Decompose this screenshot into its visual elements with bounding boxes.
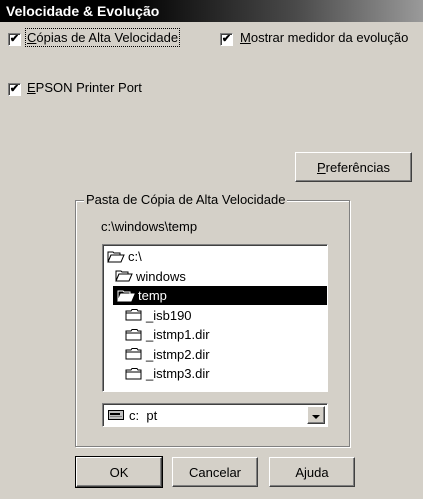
epson-port-checkbox[interactable]: ✔ <box>8 83 21 96</box>
open-folder-icon <box>107 250 125 264</box>
directory-item-label: temp <box>138 288 167 303</box>
open-folder-icon <box>117 289 135 303</box>
current-path-label: c:\windows\temp <box>101 219 198 234</box>
window-title: Velocidade & Evolução <box>6 3 160 19</box>
drive-dropdown-button[interactable] <box>307 406 325 424</box>
checkmark-icon: ✔ <box>221 33 232 45</box>
epson-port-label[interactable]: EPSON Printer Port <box>27 80 142 95</box>
directory-item[interactable]: _istmp1.dir <box>125 325 210 344</box>
folder-group-title: Pasta de Cópia de Alta Velocidade <box>84 192 288 207</box>
high-speed-copies-checkbox[interactable]: ✔ <box>8 33 21 46</box>
drive-select[interactable]: c: pt <box>102 403 328 427</box>
directory-item-label: _istmp1.dir <box>146 327 210 342</box>
checkmark-icon: ✔ <box>9 83 20 95</box>
directory-item[interactable]: c:\ <box>107 247 142 266</box>
folder-icon <box>125 328 143 342</box>
drive-icon <box>108 409 124 424</box>
directory-item-label: windows <box>136 268 186 284</box>
directory-item-label: _istmp3.dir <box>146 366 210 381</box>
folder-icon <box>125 347 143 361</box>
directory-item[interactable]: windows <box>115 267 186 286</box>
directory-item-label: _istmp2.dir <box>146 346 210 362</box>
ok-button[interactable]: OK <box>75 456 163 488</box>
drive-value: c: pt <box>129 408 158 423</box>
directory-item[interactable]: _istmp3.dir <box>125 364 210 383</box>
dropdown-arrow-icon <box>312 408 320 423</box>
directory-item[interactable]: _isb190 <box>125 306 192 325</box>
directory-item[interactable]: temp <box>113 286 327 305</box>
checkmark-icon: ✔ <box>9 33 20 45</box>
directory-item-label: c:\ <box>128 249 142 264</box>
cancel-button[interactable]: Cancelar <box>172 457 258 487</box>
directory-listbox[interactable]: c:\ windows temp _isb190 _istmp1.dir _istmp2.… <box>102 244 328 392</box>
directory-item-label: _isb190 <box>146 307 192 323</box>
help-button[interactable]: Ajuda <box>269 457 355 487</box>
title-bar[interactable]: Velocidade & Evolução <box>0 0 423 22</box>
high-speed-copies-label[interactable]: Cópias de Alta Velocidade <box>24 28 181 47</box>
show-progress-label[interactable]: Mostrar medidor da evolução <box>240 30 408 45</box>
show-progress-checkbox[interactable]: ✔ <box>220 33 233 46</box>
folder-icon <box>125 308 143 322</box>
directory-item[interactable]: _istmp2.dir <box>125 345 210 364</box>
preferences-button[interactable]: Preferências <box>295 152 412 182</box>
folder-icon <box>125 367 143 381</box>
open-folder-icon <box>115 269 133 283</box>
